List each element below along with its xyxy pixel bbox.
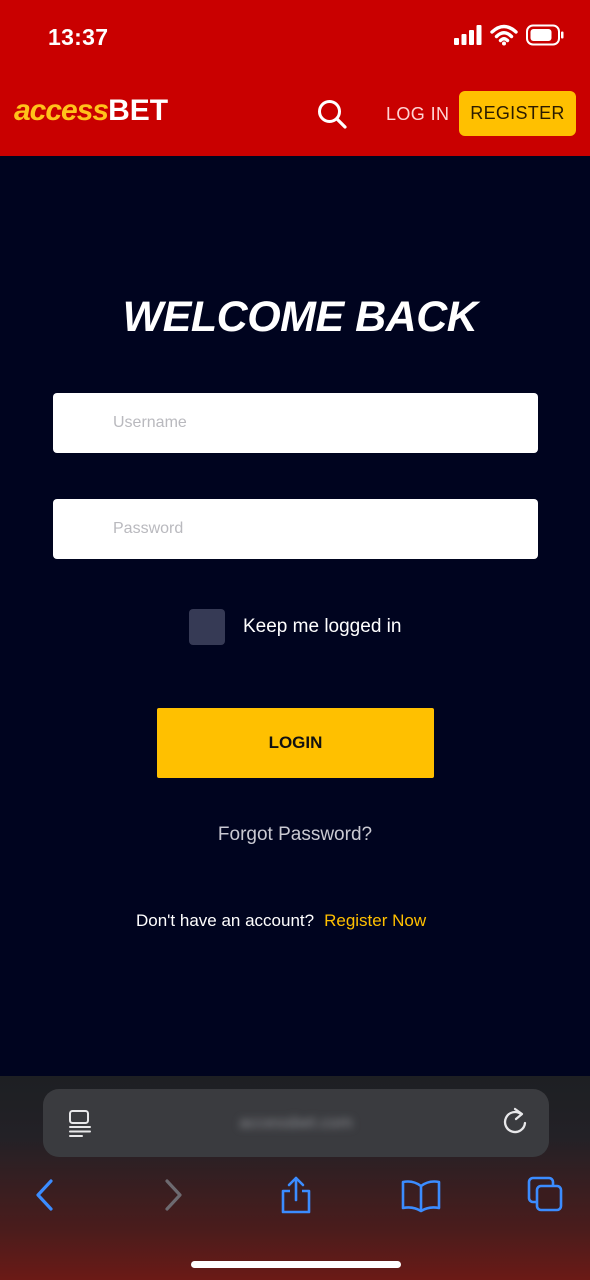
share-icon[interactable]: [278, 1176, 314, 1214]
header-login-link[interactable]: LOG IN: [386, 104, 449, 125]
forgot-password-link[interactable]: Forgot Password?: [0, 824, 590, 846]
logo-bet-text: BET: [108, 94, 169, 127]
wifi-icon: [490, 24, 518, 51]
header-register-button[interactable]: REGISTER: [459, 91, 576, 136]
login-button[interactable]: LOGIN: [157, 708, 434, 778]
bookmarks-icon[interactable]: [401, 1176, 441, 1214]
page-title: WELCOME BACK: [122, 293, 478, 341]
search-icon[interactable]: [316, 98, 348, 130]
back-icon[interactable]: [27, 1176, 63, 1214]
status-icons: [454, 24, 564, 50]
signup-prompt: Don't have an account? Register Now: [136, 911, 426, 931]
site-header: accessBET LOG IN REGISTER: [0, 76, 590, 156]
reload-icon[interactable]: [501, 1107, 529, 1137]
address-bar[interactable]: accessbet.com: [43, 1089, 549, 1157]
accessbet-logo[interactable]: accessBET: [14, 94, 168, 128]
username-input[interactable]: [53, 393, 538, 453]
keep-logged-in-checkbox[interactable]: [189, 609, 225, 645]
keep-logged-in-label[interactable]: Keep me logged in: [243, 616, 401, 638]
battery-icon: [526, 24, 564, 51]
forward-icon[interactable]: [155, 1176, 191, 1214]
status-time: 13:37: [48, 24, 109, 50]
status-bar: 13:37: [0, 0, 590, 76]
logo-access-text: access: [14, 94, 109, 127]
home-indicator[interactable]: [191, 1261, 401, 1268]
no-account-text: Don't have an account?: [136, 911, 315, 930]
tabs-icon[interactable]: [527, 1176, 563, 1214]
register-now-link[interactable]: Register Now: [324, 911, 426, 930]
url-text: accessbet.com: [239, 1113, 353, 1132]
password-input[interactable]: [53, 499, 538, 559]
signal-icon: [454, 24, 482, 50]
